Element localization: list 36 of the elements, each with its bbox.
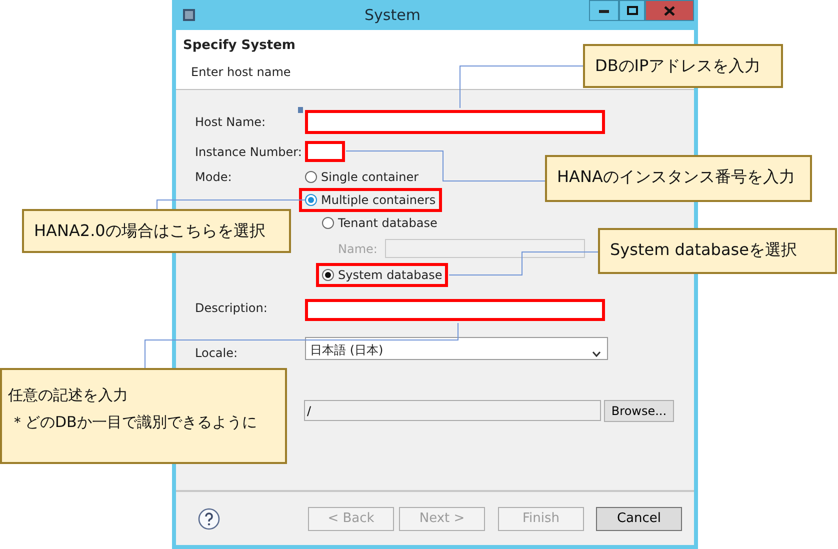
locale-dropdown[interactable]: 日本語 (日本) <box>305 337 608 360</box>
callout-text: ＊どのDBか一目で識別できるように <box>10 412 257 432</box>
description-field[interactable] <box>305 299 605 321</box>
field-label: Description: <box>195 301 268 315</box>
host-name-field[interactable] <box>305 110 605 134</box>
callout-note: HANA2.0の場合はこちらを選択 <box>22 209 291 253</box>
dialog-button[interactable]: Cancel <box>596 506 682 530</box>
close-icon <box>664 6 675 16</box>
callout-text: 任意の記述を入力 <box>8 385 128 406</box>
field-label: Host Name: <box>195 115 266 129</box>
minimize-button[interactable] <box>589 0 619 21</box>
close-button[interactable] <box>645 0 694 21</box>
maximize-icon <box>626 6 638 15</box>
page-subtitle: Enter host name <box>191 64 291 80</box>
callout-note: DBのIPアドレスを入力 <box>583 44 783 88</box>
path-field[interactable]: / <box>304 400 601 421</box>
radio-button[interactable]: Tenant database <box>316 211 444 235</box>
app-icon <box>182 8 196 22</box>
callout-note: System databaseを選択 <box>598 228 837 274</box>
field-decoration-icon <box>298 107 303 113</box>
field-label: Locale: <box>195 346 238 360</box>
page-title: Specify System <box>183 37 296 55</box>
caret-icon <box>592 351 601 357</box>
callout-note: HANAのインスタンス番号を入力 <box>545 155 812 202</box>
help-icon[interactable] <box>198 508 220 530</box>
instance-number-field[interactable] <box>305 141 345 162</box>
field-label: Instance Number: <box>195 144 302 158</box>
field-label: Mode: <box>195 170 232 184</box>
field-label: Name: <box>338 240 378 258</box>
radio-button[interactable]: Single container <box>299 165 425 189</box>
maximize-button[interactable] <box>619 0 645 21</box>
radio-button[interactable]: System database <box>316 262 448 286</box>
minimize-icon <box>599 8 609 12</box>
radio-button[interactable]: Multiple containers <box>299 188 442 212</box>
window-title: System <box>364 4 422 26</box>
browse-button[interactable]: Browse... <box>604 400 674 422</box>
